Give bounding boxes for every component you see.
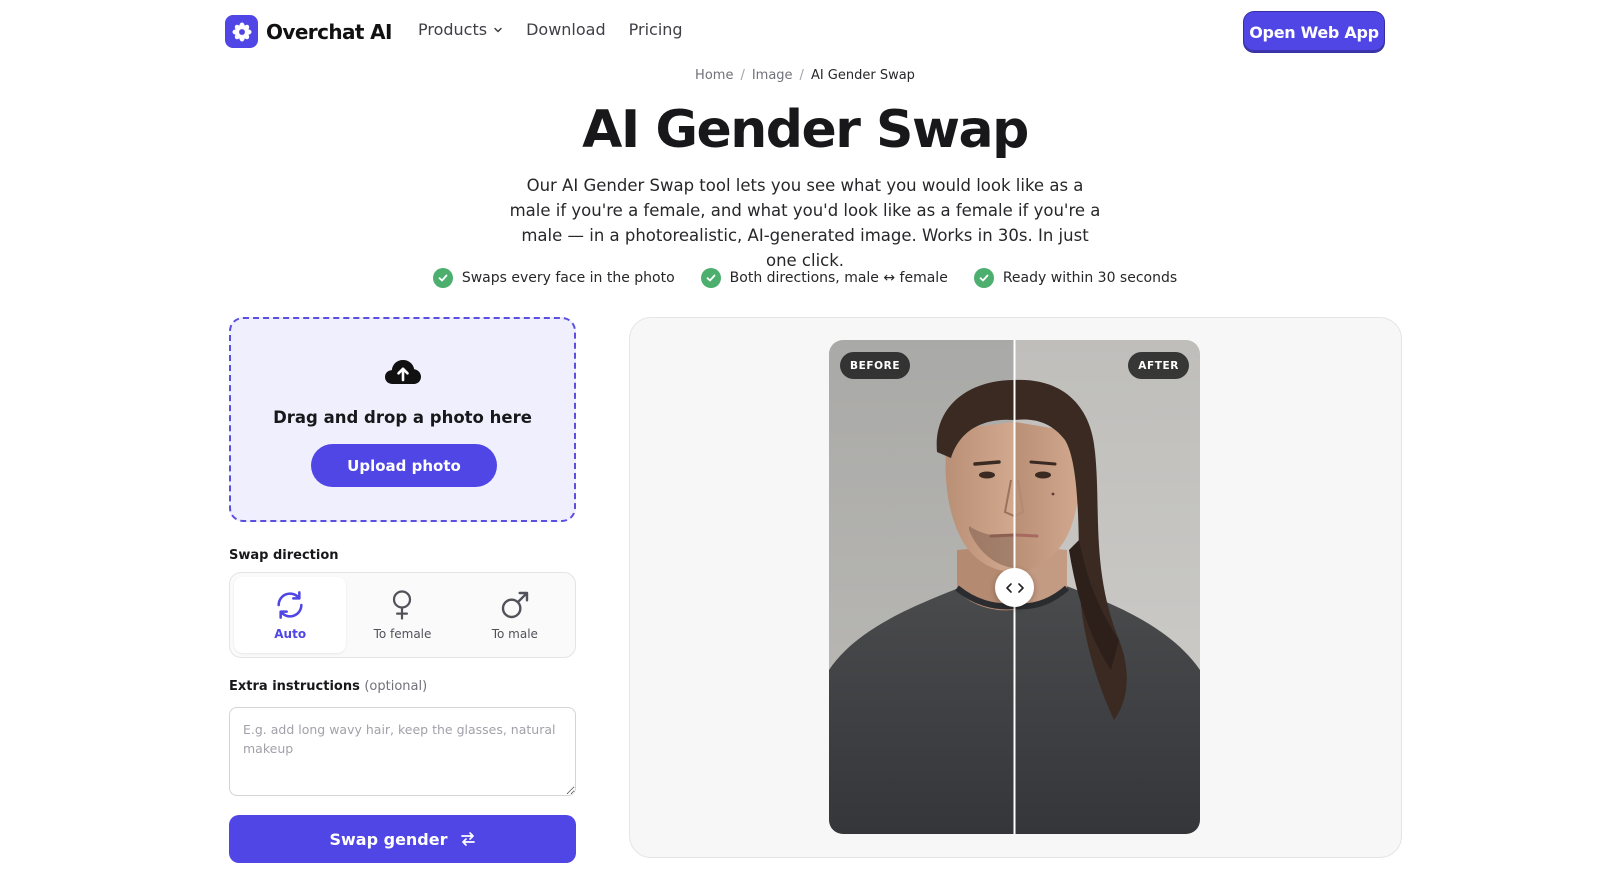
breadcrumb-home[interactable]: Home <box>695 68 733 83</box>
extra-instructions-title: Extra instructions <box>229 679 360 694</box>
check-circle-icon <box>432 268 453 288</box>
logo-icon <box>225 15 258 48</box>
brand-name: Overchat AI <box>266 19 393 44</box>
feature-text: Swaps every face in the photo <box>461 270 675 286</box>
extra-instructions-input[interactable] <box>229 707 576 796</box>
before-badge: BEFORE <box>840 352 911 379</box>
check-circle-icon <box>973 268 994 288</box>
swap-direction-label: Swap direction <box>229 548 339 563</box>
swap-gender-button[interactable]: Swap gender <box>229 815 576 863</box>
dropzone-prompt: Drag and drop a photo here <box>273 408 532 427</box>
feature-text: Both directions, male ↔ female <box>729 270 948 286</box>
direction-to-female-option[interactable]: To female <box>346 577 458 653</box>
comparison-slider-handle[interactable] <box>995 568 1034 607</box>
optional-hint: (optional) <box>364 679 428 694</box>
direction-to-female-label: To female <box>373 627 432 641</box>
swap-direction-selector: Auto To female To male <box>229 572 576 658</box>
chevron-down-icon <box>494 27 502 32</box>
feature-list: Swaps every face in the photo Both direc… <box>0 268 1600 288</box>
extra-instructions-label: Extra instructions (optional) <box>229 679 427 694</box>
breadcrumb-current: AI Gender Swap <box>810 68 915 83</box>
feature-text: Ready within 30 seconds <box>1002 270 1178 286</box>
upload-photo-button[interactable]: Upload photo <box>311 444 497 487</box>
cloud-upload-icon <box>385 360 421 384</box>
breadcrumb: Home / Image / AI Gender Swap <box>0 68 1600 83</box>
brand-logo[interactable]: Overchat AI <box>225 15 393 48</box>
page-subtitle: Our AI Gender Swap tool lets you see wha… <box>509 176 1101 270</box>
nav-products-label: Products <box>418 20 488 39</box>
feature-item: Both directions, male ↔ female <box>700 268 948 288</box>
direction-to-male-label: To male <box>491 627 538 641</box>
breadcrumb-separator: / <box>799 68 804 83</box>
open-web-app-button[interactable]: Open Web App <box>1244 12 1384 52</box>
nav-links: Products Download Pricing <box>418 20 683 39</box>
nav-products[interactable]: Products <box>418 20 503 39</box>
female-symbol-icon <box>393 590 412 620</box>
breadcrumb-image[interactable]: Image <box>752 68 793 83</box>
breadcrumb-separator: / <box>740 68 745 83</box>
direction-auto-label: Auto <box>274 627 307 641</box>
check-circle-icon <box>700 268 721 288</box>
nav-download[interactable]: Download <box>526 20 606 39</box>
direction-to-male-option[interactable]: To male <box>459 577 571 653</box>
after-badge: AFTER <box>1128 352 1189 379</box>
refresh-icon <box>277 591 303 619</box>
direction-auto-option[interactable]: Auto <box>234 577 347 653</box>
feature-item: Ready within 30 seconds <box>973 268 1178 288</box>
nav-pricing[interactable]: Pricing <box>629 20 683 39</box>
chevron-left-right-icon <box>1005 582 1024 593</box>
swap-gender-label: Swap gender <box>329 829 448 849</box>
feature-item: Swaps every face in the photo <box>432 268 675 288</box>
male-symbol-icon <box>501 591 529 619</box>
photo-dropzone[interactable]: Drag and drop a photo here Upload photo <box>229 317 576 522</box>
swap-arrows-icon <box>460 832 475 846</box>
top-nav: Overchat AI Products Download Pricing Op… <box>0 0 1600 64</box>
page-title: AI Gender Swap <box>582 100 1029 160</box>
